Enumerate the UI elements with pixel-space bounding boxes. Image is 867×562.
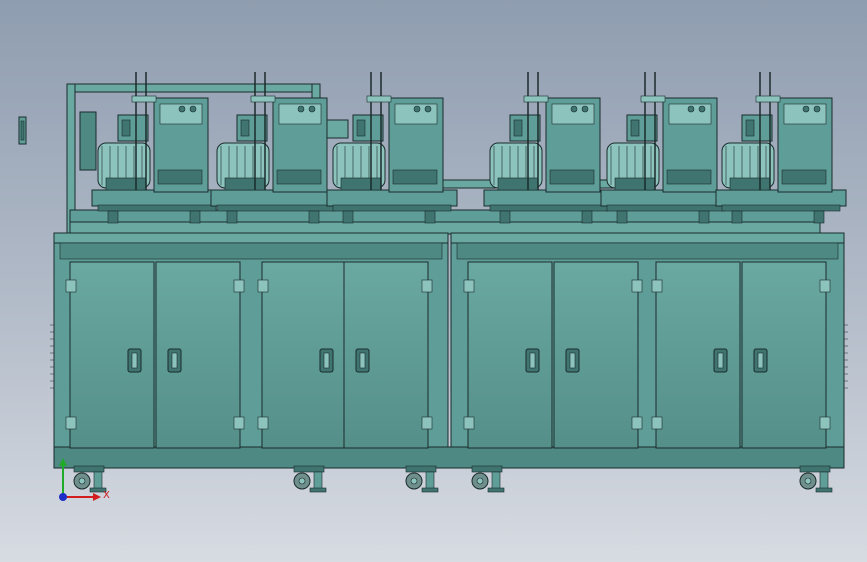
x-axis-label: X xyxy=(103,490,110,501)
coordinate-triad: X xyxy=(59,458,110,501)
x-axis-arrowhead xyxy=(93,493,101,501)
y-axis-arrowhead xyxy=(59,458,67,466)
z-axis-origin xyxy=(59,493,67,501)
cad-viewport[interactable]: X xyxy=(0,0,867,562)
